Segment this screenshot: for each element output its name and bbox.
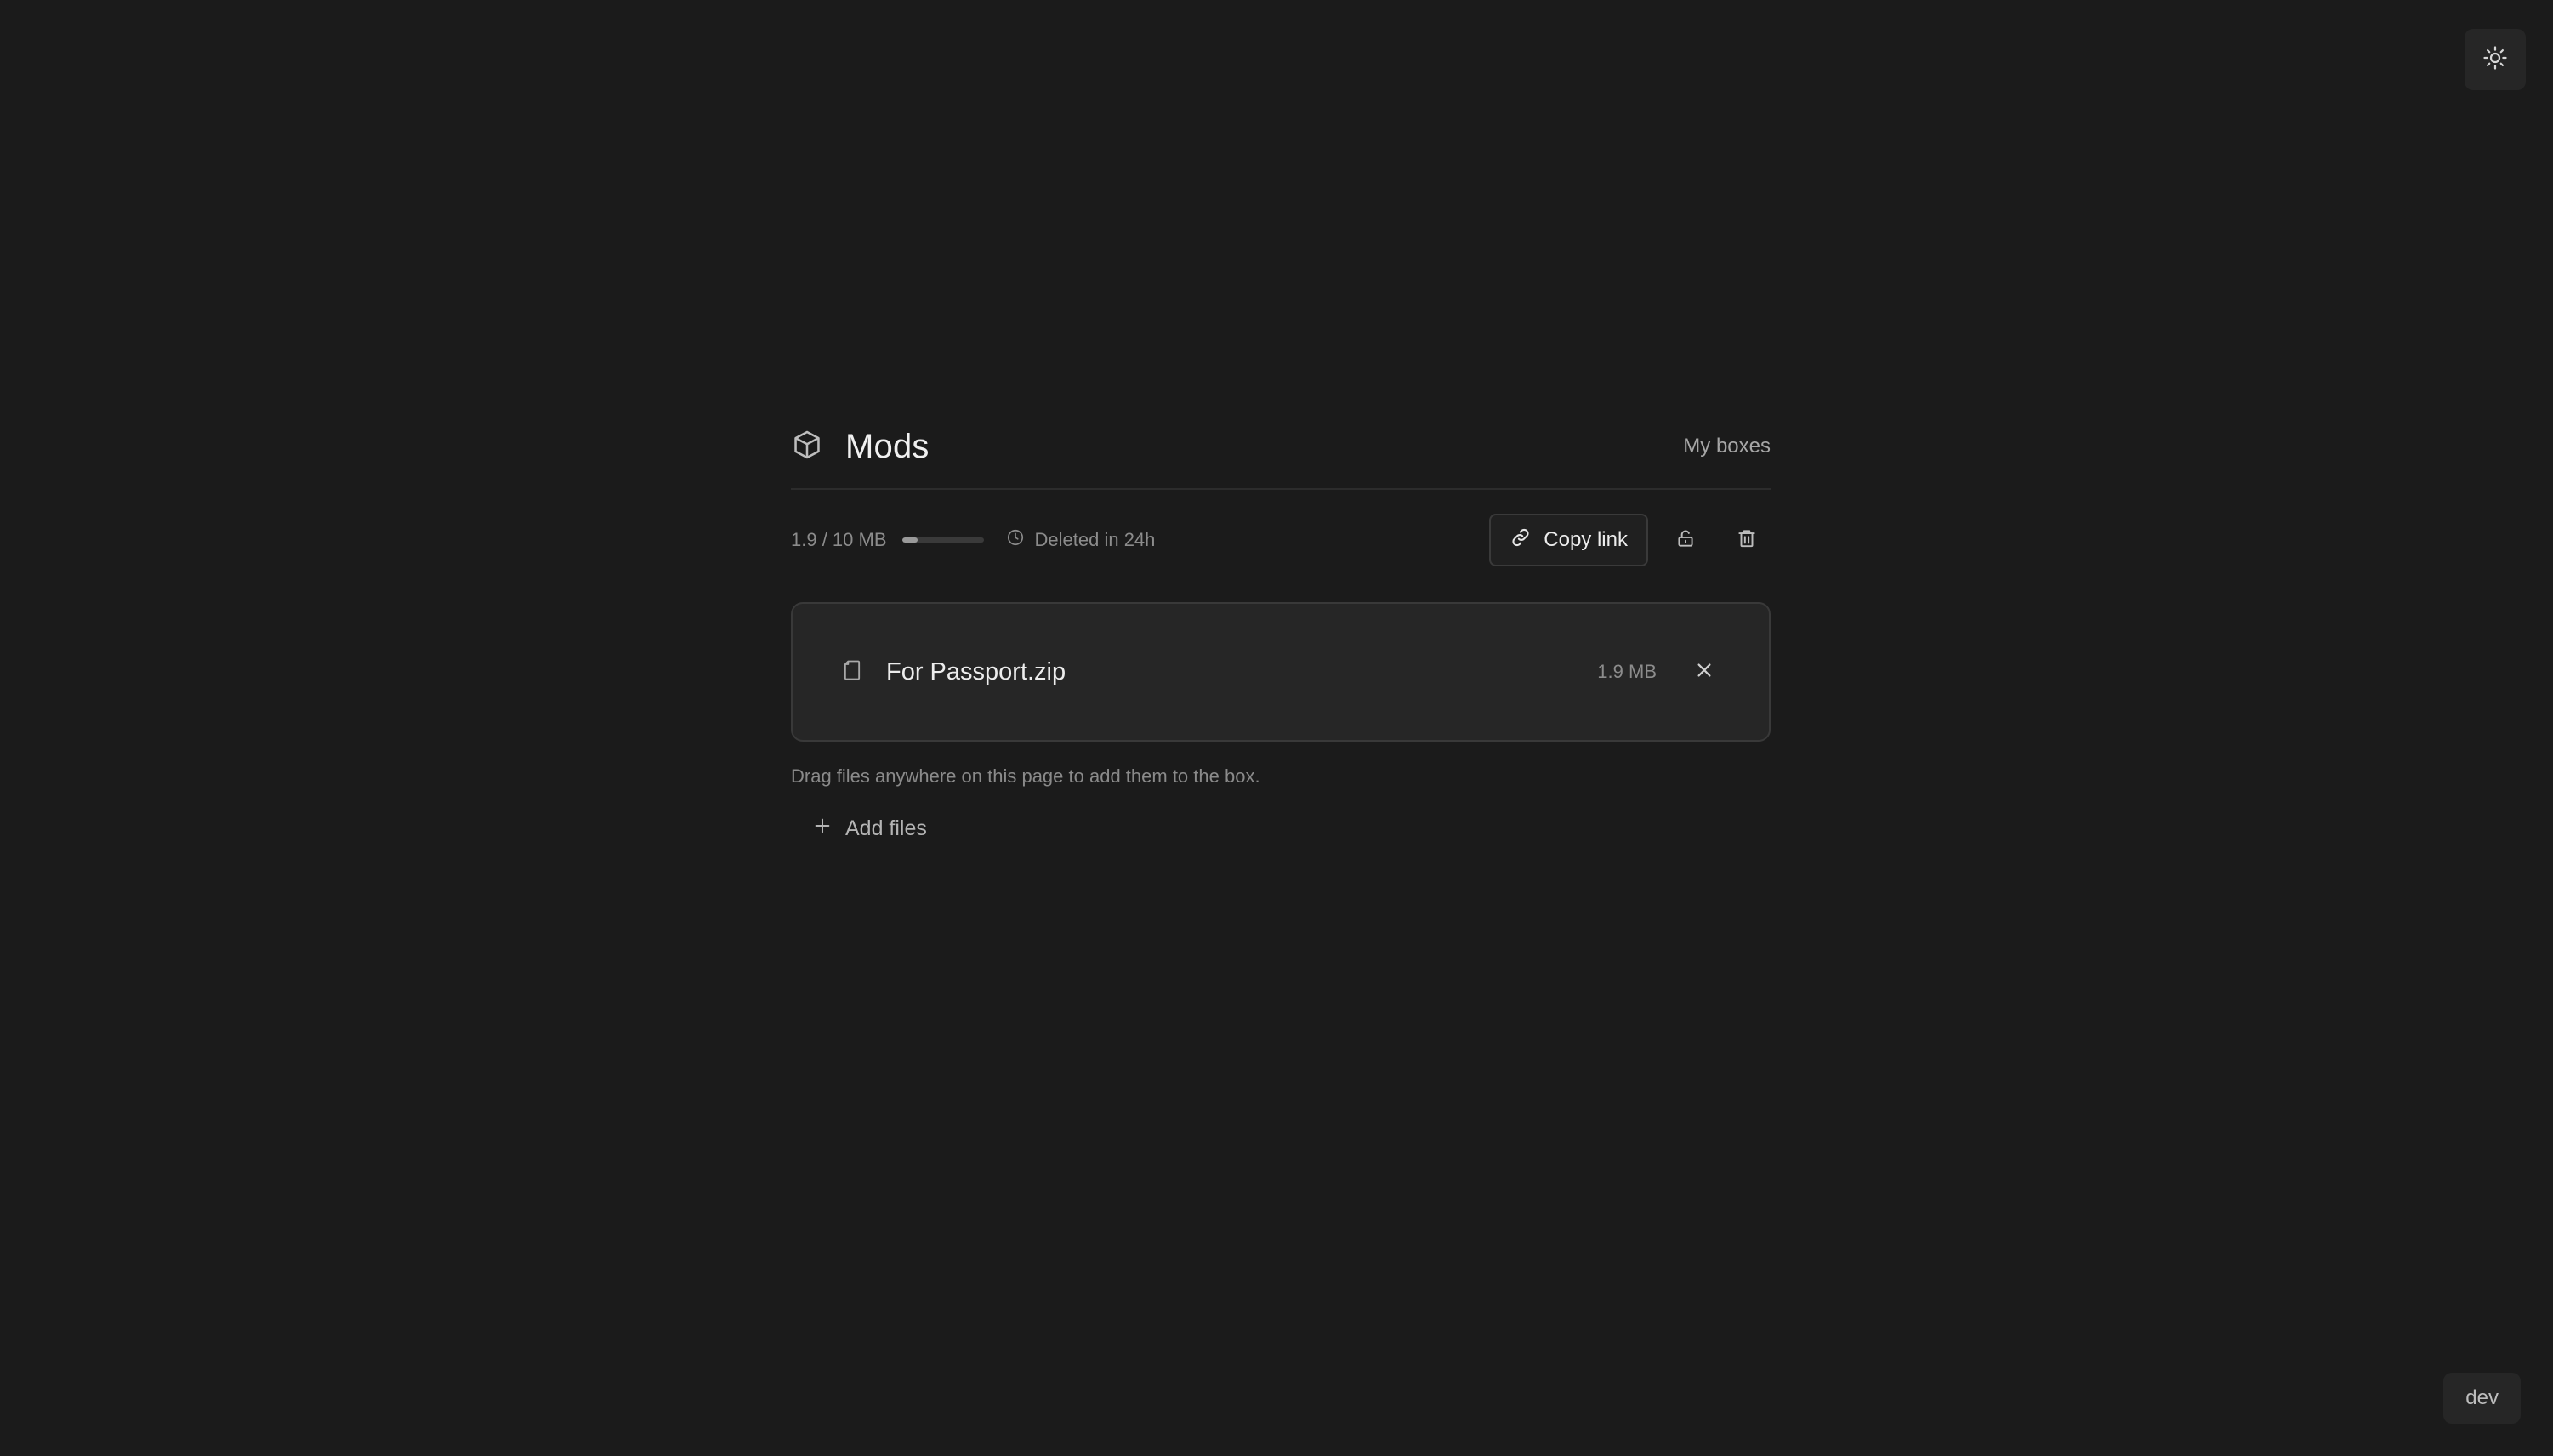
env-badge: dev [2443,1373,2521,1424]
my-boxes-link[interactable]: My boxes [1683,435,1771,458]
copy-link-label: Copy link [1544,528,1628,551]
sun-icon [2482,45,2508,75]
trash-icon [1736,527,1758,554]
file-size: 1.9 MB [1597,661,1657,682]
box-meta-row: 1.9 / 10 MB Deleted in 24h Copy link [791,490,1771,590]
add-files-button[interactable]: Add files [813,816,927,841]
file-name: For Passport.zip [886,657,1066,685]
usage-label: 1.9 / 10 MB [791,529,887,550]
close-icon [1695,661,1714,684]
usage-progress-bar [901,537,984,543]
expiry-label: Deleted in 24h [1034,529,1156,550]
theme-toggle-button[interactable] [2465,29,2526,90]
plus-icon [813,816,832,841]
usage-progress-fill [901,537,918,543]
file-item[interactable]: For Passport.zip 1.9 MB [791,602,1771,742]
box-title-group: Mods [791,428,930,466]
add-files-label: Add files [845,816,927,840]
box-title: Mods [845,427,930,465]
link-icon [1510,526,1532,555]
lock-open-icon [1675,527,1697,554]
package-icon [791,428,823,466]
drag-hint: Drag files anywhere on this page to add … [791,765,1260,787]
box-actions: Copy link [1489,514,1771,566]
remove-file-button[interactable] [1687,655,1721,689]
copy-link-button[interactable]: Copy link [1489,514,1648,566]
box-header: Mods My boxes [791,412,1771,490]
expiry-info: Deleted in 24h [1006,528,1156,552]
lock-button[interactable] [1662,516,1709,564]
delete-box-button[interactable] [1723,516,1771,564]
file-icon [840,657,864,688]
page: Mods My boxes 1.9 / 10 MB Deleted in 24h… [0,0,2553,1456]
clock-icon [1006,528,1025,552]
box-meta-info: 1.9 / 10 MB Deleted in 24h [791,528,1155,552]
box-panel: Mods My boxes 1.9 / 10 MB Deleted in 24h… [791,412,1771,841]
